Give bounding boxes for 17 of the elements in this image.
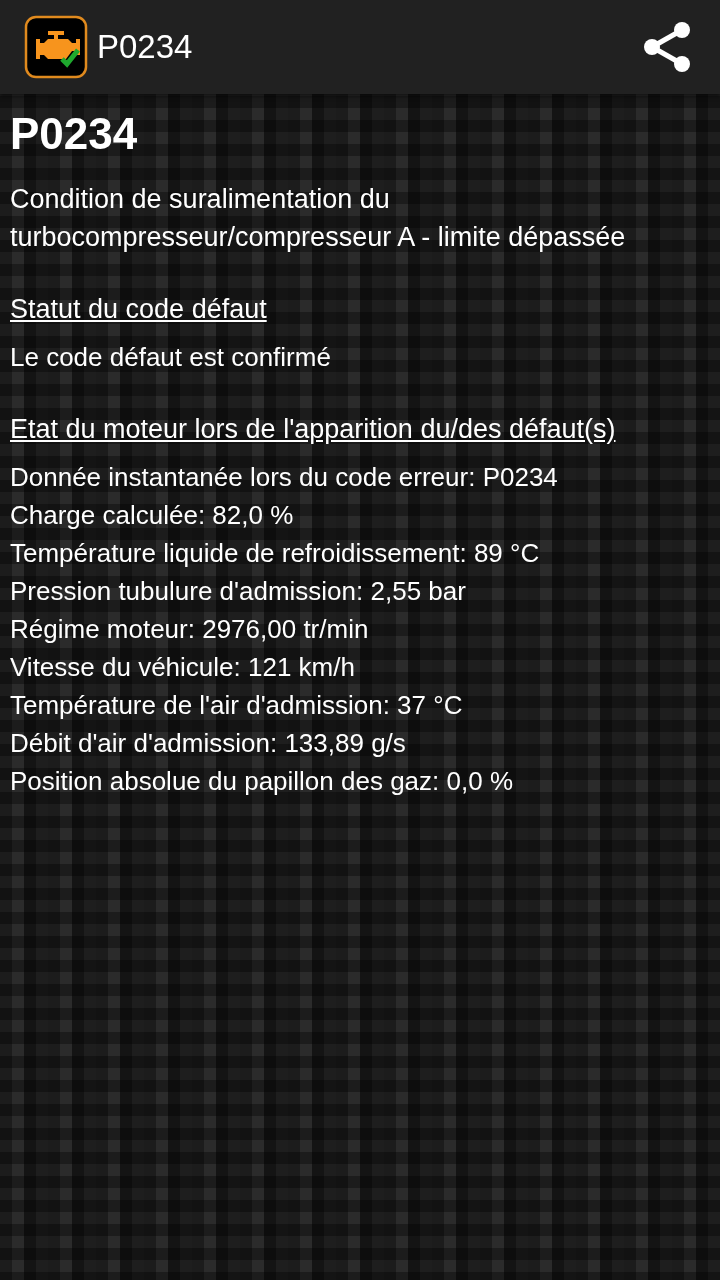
data-line: Charge calculée: 82,0 % [10,499,295,532]
data-line: Débit d'air d'admission: 133,89 g/s [10,727,407,760]
data-line: Pression tubulure d'admission: 2,55 bar [10,575,467,608]
data-line: Donnée instantanée lors du code erreur: P0234 [10,461,559,494]
data-line: Le code défaut est confirmé [10,341,332,374]
app-title: P0234 [97,28,193,66]
data-line: Vitesse du véhicule: 121 km/h [10,651,356,684]
engine-icon [24,15,88,79]
error-code-heading: P0234 [10,108,139,160]
data-line: Température liquide de refroidissement: 89 °C [10,537,541,570]
section-heading: Statut du code défaut [10,293,268,326]
data-line: Température de l'air d'admission: 37 °C [10,689,464,722]
data-line: Régime moteur: 2976,00 tr/min [10,613,370,646]
share-icon[interactable] [642,20,692,74]
section-heading: Etat du moteur lors de l'apparition du/des défaut(s) [10,413,617,446]
error-description: Condition de suralimentation du turbocompresseur/compresseur A - limite dépassée [10,183,627,254]
data-line: Position absolue du papillon des gaz: 0,0 % [10,765,514,798]
